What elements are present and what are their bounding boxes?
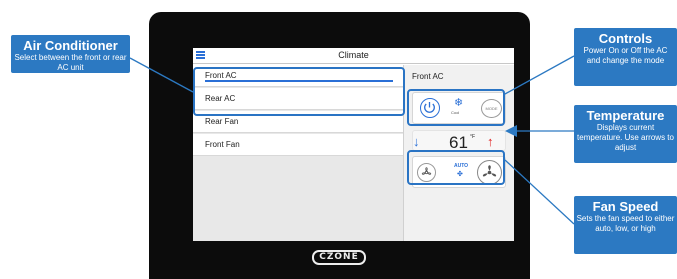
callout-fan-speed-text: Sets the fan speed to either auto, low, …: [576, 214, 675, 233]
callout-controls-title: Controls: [598, 31, 653, 46]
callout-temperature-title: Temperature: [586, 108, 665, 123]
callout-temperature-text: Displays current temperature. Use arrows…: [577, 123, 674, 152]
callout-air-conditioner: Air Conditioner Select between the front…: [11, 35, 130, 73]
callout-air-conditioner-text: Select between the front or rear AC unit: [14, 53, 127, 72]
callout-fan-speed-title: Fan Speed: [592, 199, 659, 214]
callout-air-conditioner-title: Air Conditioner: [23, 38, 118, 53]
callout-controls: Controls Power On or Off the AC and chan…: [574, 28, 677, 86]
callout-temperature: Temperature Displays current temperature…: [574, 105, 677, 163]
callout-controls-text: Power On or Off the AC and change the mo…: [583, 46, 668, 65]
callout-fan-speed: Fan Speed Sets the fan speed to either a…: [574, 196, 677, 254]
